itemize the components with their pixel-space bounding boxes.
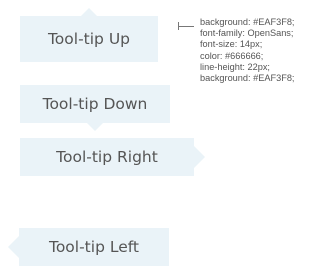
tooltip-left-label: Tool-tip Left bbox=[48, 238, 139, 256]
tooltip-up-arrow bbox=[81, 8, 97, 16]
annotation-lines: background: #EAF3F8; font-family: OpenSa… bbox=[200, 17, 294, 84]
tooltip-left-arrow bbox=[8, 236, 19, 258]
tooltip-right: Tool-tip Right bbox=[20, 138, 205, 176]
tooltip-up-label: Tool-tip Up bbox=[47, 30, 131, 48]
tooltip-left: Tool-tip Left bbox=[8, 228, 169, 266]
tooltip-down-label: Tool-tip Down bbox=[42, 95, 148, 113]
tooltip-right-label: Tool-tip Right bbox=[56, 148, 158, 166]
annotation-line: font-family: OpenSans; bbox=[200, 28, 294, 39]
tooltip-down: Tool-tip Down bbox=[20, 85, 170, 131]
tooltip-down-arrow bbox=[87, 123, 103, 131]
tooltip-right-arrow bbox=[194, 146, 205, 168]
annotation-line: font-size: 14px; bbox=[200, 39, 263, 50]
annotation-line: color: #666666; bbox=[200, 50, 264, 61]
annotation-line: background: #EAF3F8; bbox=[200, 73, 295, 84]
annotation-line: background: #EAF3F8; bbox=[200, 17, 295, 27]
annotation-line: line-height: 22px; bbox=[200, 61, 270, 72]
tooltip-up: Tool-tip Up bbox=[20, 8, 158, 62]
tooltip-spec-sheet: Tool-tip Up Tool-tip Down Tool-tip Right… bbox=[0, 0, 330, 271]
annotation-leader-line bbox=[178, 26, 194, 27]
